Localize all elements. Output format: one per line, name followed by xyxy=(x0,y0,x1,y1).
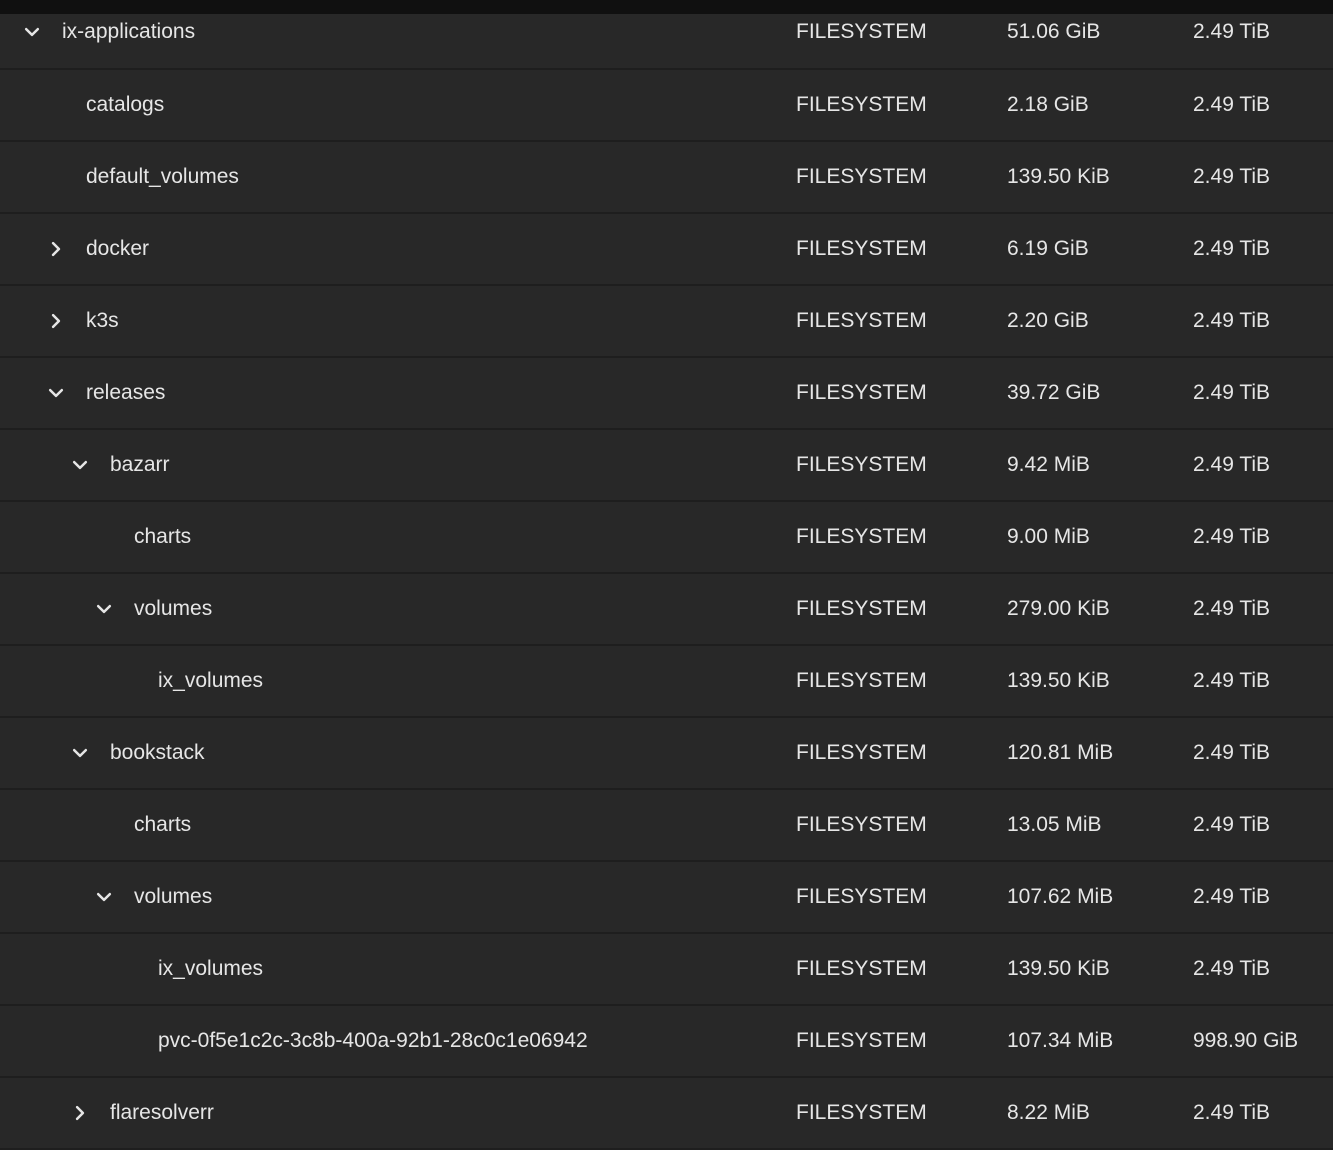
dataset-name: charts xyxy=(134,525,192,548)
chevron-right-icon xyxy=(51,313,61,329)
collapse-toggle[interactable] xyxy=(68,741,92,765)
table-row[interactable]: volumes FILESYSTEM 107.62 MiB 2.49 TiB xyxy=(0,862,1333,934)
dataset-used: 139.50 KiB xyxy=(1007,669,1110,692)
dataset-type: FILESYSTEM xyxy=(796,885,927,908)
table-row[interactable]: ix_volumes FILESYSTEM 139.50 KiB 2.49 TiB xyxy=(0,646,1333,718)
table-row[interactable]: bazarr FILESYSTEM 9.42 MiB 2.49 TiB xyxy=(0,430,1333,502)
dataset-used: 6.19 GiB xyxy=(1007,237,1089,260)
dataset-name: volumes xyxy=(134,885,213,908)
dataset-available: 2.49 TiB xyxy=(1193,525,1271,548)
expand-toggle[interactable] xyxy=(44,309,68,333)
dataset-available: 2.49 TiB xyxy=(1193,597,1271,620)
dataset-name: ix-applications xyxy=(62,20,196,43)
dataset-available: 2.49 TiB xyxy=(1193,885,1271,908)
dataset-name: flaresolverr xyxy=(110,1101,214,1124)
dataset-name: volumes xyxy=(134,597,213,620)
table-row[interactable]: k3s FILESYSTEM 2.20 GiB 2.49 TiB xyxy=(0,286,1333,358)
dataset-type: FILESYSTEM xyxy=(796,237,927,260)
dataset-type: FILESYSTEM xyxy=(796,669,927,692)
dataset-used: 9.42 MiB xyxy=(1007,453,1090,476)
dataset-used: 8.22 MiB xyxy=(1007,1101,1090,1124)
dataset-type: FILESYSTEM xyxy=(796,525,927,548)
dataset-available: 2.49 TiB xyxy=(1193,237,1271,260)
dataset-name: pvc-0f5e1c2c-3c8b-400a-92b1-28c0c1e06942 xyxy=(158,1029,588,1052)
dataset-used: 120.81 MiB xyxy=(1007,741,1114,764)
dataset-type: FILESYSTEM xyxy=(796,1101,927,1124)
dataset-used: 107.62 MiB xyxy=(1007,885,1114,908)
dataset-used: 2.18 GiB xyxy=(1007,93,1089,116)
table-row[interactable]: ix_volumes FILESYSTEM 139.50 KiB 2.49 TiB xyxy=(0,934,1333,1006)
dataset-available: 2.49 TiB xyxy=(1193,1101,1271,1124)
collapse-toggle[interactable] xyxy=(92,597,116,621)
table-row[interactable]: releases FILESYSTEM 39.72 GiB 2.49 TiB xyxy=(0,358,1333,430)
dataset-type: FILESYSTEM xyxy=(796,597,927,620)
table-row[interactable]: flaresolverr FILESYSTEM 8.22 MiB 2.49 TiB xyxy=(0,1078,1333,1150)
dataset-available: 2.49 TiB xyxy=(1193,453,1271,476)
collapse-toggle[interactable] xyxy=(20,20,44,44)
table-row[interactable]: pvc-0f5e1c2c-3c8b-400a-92b1-28c0c1e06942… xyxy=(0,1006,1333,1078)
collapse-toggle[interactable] xyxy=(92,885,116,909)
dataset-name: ix_volumes xyxy=(158,669,264,692)
table-row[interactable]: ix-applications FILESYSTEM 51.06 GiB 2.49 T… xyxy=(0,0,1333,70)
table-row[interactable]: charts FILESYSTEM 13.05 MiB 2.49 TiB xyxy=(0,790,1333,862)
dataset-type: FILESYSTEM xyxy=(796,93,927,116)
chevron-right-icon xyxy=(51,241,61,257)
dataset-available: 2.49 TiB xyxy=(1193,309,1271,332)
dataset-used: 107.34 MiB xyxy=(1007,1029,1114,1052)
dataset-available: 2.49 TiB xyxy=(1193,957,1271,980)
dataset-available: 2.49 TiB xyxy=(1193,741,1271,764)
dataset-name: default_volumes xyxy=(86,165,239,188)
collapse-toggle[interactable] xyxy=(68,453,92,477)
dataset-available: 998.90 GiB xyxy=(1193,1029,1299,1052)
chevron-down-icon xyxy=(96,604,112,614)
dataset-name: bazarr xyxy=(110,453,170,476)
dataset-type: FILESYSTEM xyxy=(796,453,927,476)
dataset-used: 39.72 GiB xyxy=(1007,381,1101,404)
dataset-type: FILESYSTEM xyxy=(796,741,927,764)
dataset-used: 139.50 KiB xyxy=(1007,957,1110,980)
dataset-type: FILESYSTEM xyxy=(796,1029,927,1052)
dataset-available: 2.49 TiB xyxy=(1193,669,1271,692)
collapse-toggle[interactable] xyxy=(44,381,68,405)
table-row[interactable]: volumes FILESYSTEM 279.00 KiB 2.49 TiB xyxy=(0,574,1333,646)
chevron-down-icon xyxy=(72,460,88,470)
table-row[interactable]: catalogs FILESYSTEM 2.18 GiB 2.49 TiB xyxy=(0,70,1333,142)
expand-toggle[interactable] xyxy=(68,1101,92,1125)
expand-toggle[interactable] xyxy=(44,237,68,261)
dataset-name: catalogs xyxy=(86,93,165,116)
dataset-tree-table: ix-applications FILESYSTEM 51.06 GiB 2.49 T… xyxy=(0,0,1333,1150)
dataset-used: 51.06 GiB xyxy=(1007,20,1101,43)
chevron-down-icon xyxy=(24,27,40,37)
chevron-down-icon xyxy=(72,748,88,758)
chevron-down-icon xyxy=(96,892,112,902)
dataset-type: FILESYSTEM xyxy=(796,957,927,980)
dataset-name: charts xyxy=(134,813,192,836)
chevron-down-icon xyxy=(48,388,64,398)
dataset-used: 2.20 GiB xyxy=(1007,309,1089,332)
dataset-available: 2.49 TiB xyxy=(1193,381,1271,404)
dataset-type: FILESYSTEM xyxy=(796,813,927,836)
dataset-name: k3s xyxy=(86,309,119,332)
table-row[interactable]: default_volumes FILESYSTEM 139.50 KiB 2.49 … xyxy=(0,142,1333,214)
table-row[interactable]: docker FILESYSTEM 6.19 GiB 2.49 TiB xyxy=(0,214,1333,286)
dataset-name: docker xyxy=(86,237,150,260)
dataset-used: 13.05 MiB xyxy=(1007,813,1102,836)
dataset-available: 2.49 TiB xyxy=(1193,165,1271,188)
dataset-available: 2.49 TiB xyxy=(1193,93,1271,116)
dataset-type: FILESYSTEM xyxy=(796,309,927,332)
chevron-right-icon xyxy=(75,1105,85,1121)
dataset-type: FILESYSTEM xyxy=(796,165,927,188)
dataset-used: 9.00 MiB xyxy=(1007,525,1090,548)
dataset-available: 2.49 TiB xyxy=(1193,813,1271,836)
dataset-available: 2.49 TiB xyxy=(1193,20,1271,43)
table-row[interactable]: charts FILESYSTEM 9.00 MiB 2.49 TiB xyxy=(0,502,1333,574)
dataset-type: FILESYSTEM xyxy=(796,381,927,404)
dataset-type: FILESYSTEM xyxy=(796,20,927,43)
dataset-used: 279.00 KiB xyxy=(1007,597,1110,620)
dataset-name: bookstack xyxy=(110,741,205,764)
dataset-used: 139.50 KiB xyxy=(1007,165,1110,188)
dataset-name: ix_volumes xyxy=(158,957,264,980)
dataset-name: releases xyxy=(86,381,166,404)
table-row[interactable]: bookstack FILESYSTEM 120.81 MiB 2.49 TiB xyxy=(0,718,1333,790)
